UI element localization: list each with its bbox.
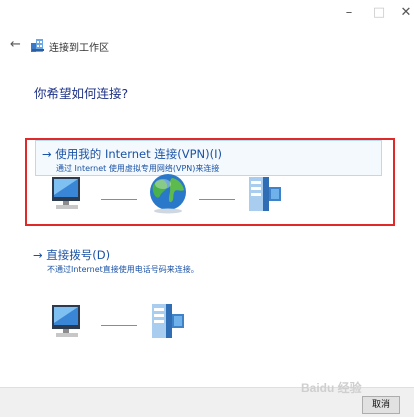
vpn-option-description: 通过 Internet 使用虚拟专用网络(VPN)来连接 <box>56 164 220 173</box>
title-bar: – □ ✕ <box>0 0 414 30</box>
dialup-option-title: → 直接拨号(D) <box>33 248 111 262</box>
dialup-option-description: 不通过Internet直接使用电话号码来连接。 <box>47 265 199 274</box>
wizard-title: 连接到工作区 <box>49 43 109 54</box>
cancel-button[interactable]: 取消 <box>362 396 400 414</box>
dialup-option-button[interactable]: → 直接拨号(D) 不通过Internet直接使用电话号码来连接。 <box>33 242 333 278</box>
maximize-button[interactable]: □ <box>370 6 388 20</box>
computer-icon <box>52 177 80 209</box>
minimize-button[interactable]: – <box>340 6 358 20</box>
globe-icon <box>150 174 186 214</box>
connection-line <box>101 325 137 326</box>
connection-line <box>199 199 235 200</box>
vpn-option-button[interactable]: → 使用我的 Internet 连接(VPN)(I) 通过 Internet 使… <box>35 140 382 176</box>
close-button[interactable]: ✕ <box>397 6 414 20</box>
connect-workplace-icon <box>31 39 44 52</box>
back-button[interactable]: ← <box>10 37 21 53</box>
server-icon <box>249 177 281 211</box>
watermark: Baidu 经验 <box>301 381 362 395</box>
connection-line <box>101 199 137 200</box>
wizard-nav-bar: ← 连接到工作区 <box>0 36 414 56</box>
computer-icon <box>52 305 80 337</box>
page-heading: 你希望如何连接? <box>34 86 129 101</box>
server-icon <box>152 304 184 338</box>
vpn-option-title: → 使用我的 Internet 连接(VPN)(I) <box>42 147 223 161</box>
